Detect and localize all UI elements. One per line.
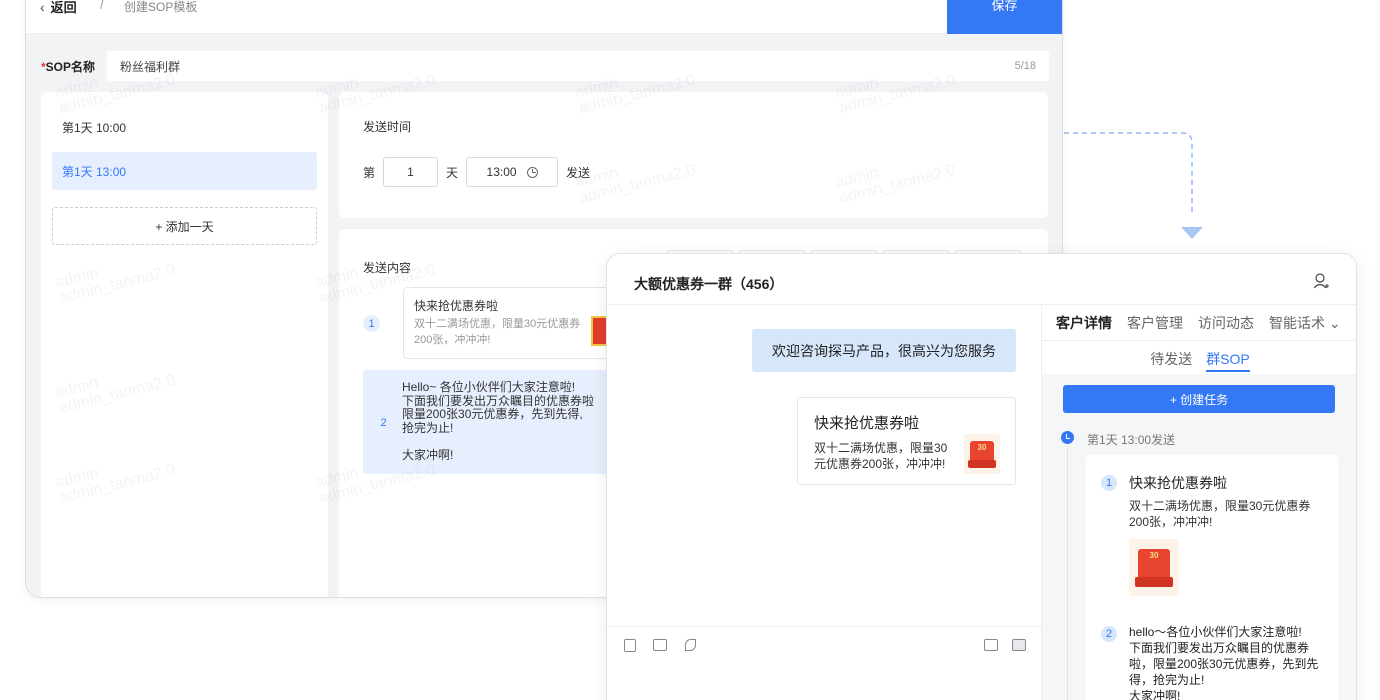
day-prefix: 第 bbox=[363, 165, 376, 180]
phone-icon[interactable] bbox=[685, 639, 696, 651]
clock-icon bbox=[526, 166, 538, 178]
text-message-card[interactable]: 2 Hello~ 各位小伙伴们大家注意啦! 下面我们要发出万众瞩目的优惠券啦 限… bbox=[363, 370, 623, 474]
time-value: 13:00 bbox=[486, 165, 517, 179]
tab-customer-manage[interactable]: 客户管理 bbox=[1127, 313, 1183, 333]
chat-bubble: 欢迎咨询探马产品，很高兴为您服务 bbox=[752, 329, 1016, 372]
send-label: 发送 bbox=[566, 165, 591, 180]
chat-header: 大额优惠券一群（456） bbox=[607, 254, 1356, 305]
chat-window: 大额优惠券一群（456） 欢迎咨询探马产品，很高兴为您服务 快来抢优惠券啦 双十… bbox=[606, 253, 1357, 700]
user-icon[interactable] bbox=[1312, 272, 1330, 290]
link-card-title: 快来抢优惠券啦 bbox=[414, 299, 499, 313]
day-number-input[interactable]: 1 bbox=[383, 157, 439, 187]
create-task-button[interactable]: + 创建任务 bbox=[1063, 385, 1335, 413]
chat-card-title: 快来抢优惠券啦 bbox=[814, 415, 920, 432]
timeline-label: 第1天 13:00发送 bbox=[1087, 433, 1176, 447]
chevron-down-icon: ⌄ bbox=[1328, 314, 1341, 331]
timeline-line bbox=[1067, 446, 1068, 700]
add-day-button[interactable]: + 添加一天 bbox=[52, 207, 317, 245]
sop-name-label: *SOP名称 bbox=[41, 59, 96, 74]
task-desc: 双十二满场优惠，限量30元优惠券200张，冲冲冲! bbox=[1129, 499, 1311, 529]
sidebar-subtabs: 待发送 群SOP bbox=[1042, 341, 1356, 374]
task-number: 1 bbox=[1101, 475, 1117, 491]
task-number: 2 bbox=[1101, 626, 1117, 642]
send-content-title: 发送内容 bbox=[363, 261, 412, 275]
coupon-image: 30 bbox=[964, 434, 1000, 474]
char-counter: 5/18 bbox=[1014, 60, 1036, 72]
day-suffix: 天 bbox=[446, 165, 459, 180]
sop-name-value: 粉丝福利群 bbox=[120, 59, 181, 74]
sop-name-row: *SOP名称 粉丝福利群 5/18 bbox=[41, 51, 1049, 81]
subtab-group-sop[interactable]: 群SOP bbox=[1206, 349, 1250, 372]
back-link[interactable]: ‹ 返回 bbox=[40, 0, 77, 16]
save-button[interactable]: 保存 bbox=[947, 0, 1062, 34]
clock-icon bbox=[1061, 431, 1074, 444]
send-time-row: 第 1 天 13:00 发送 bbox=[363, 157, 590, 187]
link-message-card[interactable]: 快来抢优惠券啦 双十二满场优惠，限量30元优惠券200张，冲冲冲! bbox=[403, 287, 623, 359]
panel-icon[interactable] bbox=[1012, 639, 1026, 651]
subtab-pending[interactable]: 待发送 bbox=[1150, 349, 1192, 374]
task-card: 1 快来抢优惠券啦 双十二满场优惠，限量30元优惠券200张，冲冲冲! 30 2… bbox=[1086, 455, 1338, 700]
tab-smart-script[interactable]: 智能话术 ⌄ bbox=[1269, 313, 1341, 333]
tab-customer-detail[interactable]: 客户详情 bbox=[1056, 313, 1112, 333]
top-bar: ‹ 返回 / 创建SOP模板 保存 bbox=[26, 0, 1062, 34]
chat-title: 大额优惠券一群（456） bbox=[634, 276, 784, 292]
task-text: hello～各位小伙伴们大家注意啦! 下面我们要发出万众瞩目的优惠券啦，限量20… bbox=[1129, 625, 1319, 700]
chat-toolbar bbox=[607, 626, 1041, 666]
message-row-1: 1 bbox=[363, 315, 380, 332]
send-time-panel: 发送时间 第 1 天 13:00 发送 bbox=[339, 92, 1048, 218]
days-panel: 第1天 10:00 第1天 13:00 + 添加一天 bbox=[41, 92, 328, 597]
chat-link-card[interactable]: 快来抢优惠券啦 双十二满场优惠，限量30元优惠券200张，冲冲冲! 30 bbox=[797, 397, 1016, 485]
back-label: 返回 bbox=[50, 0, 77, 15]
text-message-body: Hello~ 各位小伙伴们大家注意啦! 下面我们要发出万众瞩目的优惠券啦 限量2… bbox=[402, 380, 595, 462]
breadcrumb-separator: / bbox=[100, 0, 104, 12]
chat-card-desc: 双十二满场优惠，限量30元优惠券200张，冲冲冲! bbox=[814, 441, 948, 471]
coupon-image: 30 bbox=[1129, 539, 1179, 596]
flow-connector bbox=[1064, 132, 1203, 239]
message-number: 2 bbox=[375, 414, 392, 431]
back-chevron-icon: ‹ bbox=[40, 0, 45, 15]
tab-visit-activity[interactable]: 访问动态 bbox=[1198, 313, 1254, 333]
link-card-desc: 双十二满场优惠，限量30元优惠券200张，冲冲冲! bbox=[414, 318, 581, 346]
sidebar-tabs: 客户详情 客户管理 访问动态 智能话术 ⌄ bbox=[1042, 305, 1356, 341]
day-item-1[interactable]: 第1天 10:00 bbox=[52, 108, 317, 146]
time-picker[interactable]: 13:00 bbox=[466, 157, 559, 187]
word-icon[interactable] bbox=[624, 639, 636, 652]
folder-icon[interactable] bbox=[653, 639, 667, 651]
message-number: 1 bbox=[363, 315, 380, 332]
sop-name-input[interactable]: 粉丝福利群 5/18 bbox=[107, 51, 1049, 81]
customer-sidebar: 客户详情 客户管理 访问动态 智能话术 ⌄ 待发送 群SOP + 创建任务 第1… bbox=[1041, 305, 1356, 700]
screen-icon[interactable] bbox=[984, 639, 998, 651]
day-item-2[interactable]: 第1天 13:00 bbox=[52, 152, 317, 190]
breadcrumb: 创建SOP模板 bbox=[124, 0, 198, 14]
send-time-title: 发送时间 bbox=[363, 120, 412, 134]
task-title: 快来抢优惠券啦 bbox=[1129, 475, 1227, 491]
